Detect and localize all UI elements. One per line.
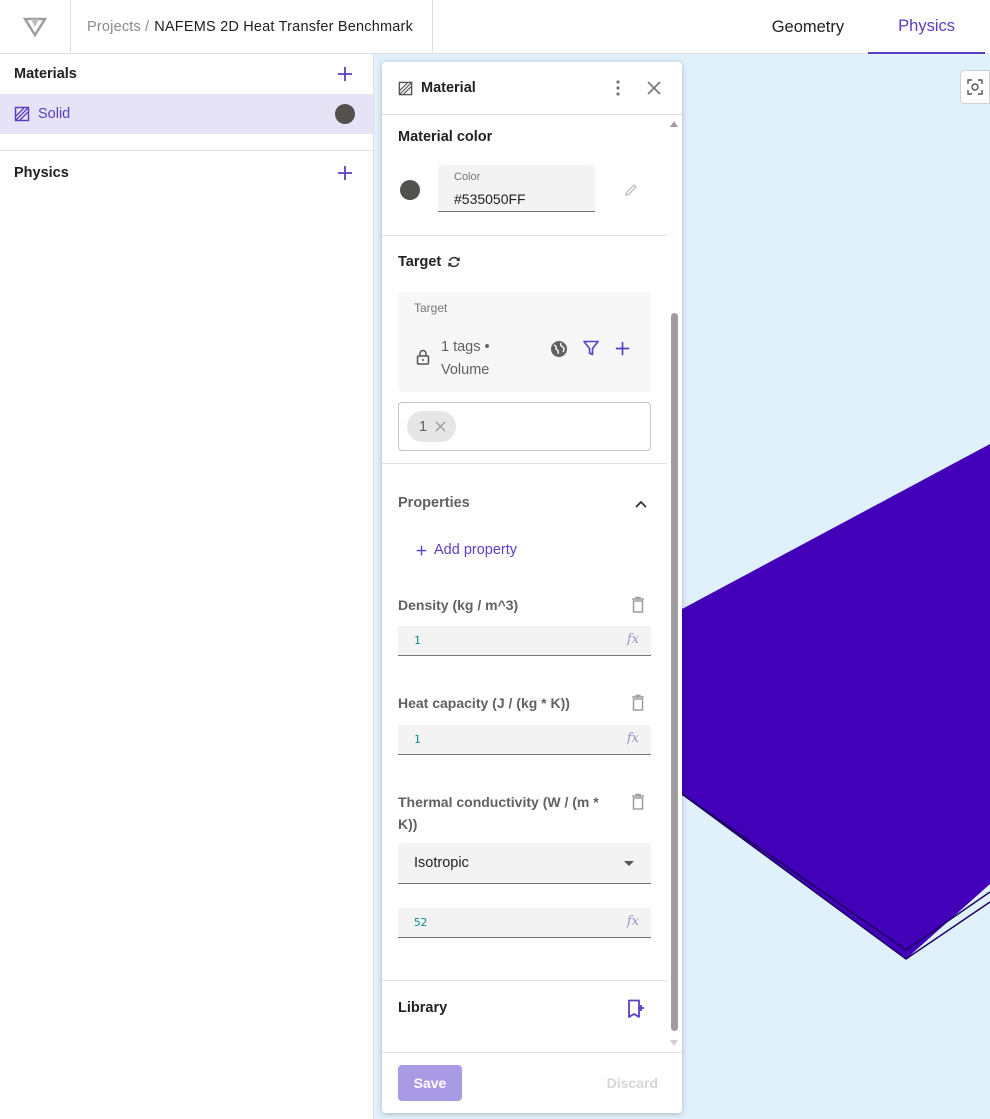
add-material-button[interactable] [335,64,355,84]
density-input[interactable]: 1 fx [398,626,651,656]
scrollbar-thumb[interactable] [671,313,678,1031]
sync-icon[interactable] [447,255,461,269]
save-button[interactable]: Save [398,1065,462,1101]
filter-icon[interactable] [583,340,599,356]
plus-icon [338,67,352,81]
lock-icon[interactable] [416,349,430,365]
sidebar: Materials Solid Physics [0,54,374,1119]
zoom-to-fit-button[interactable] [960,70,990,104]
panel-scrollbar[interactable] [670,115,678,1052]
focus-icon [967,79,983,95]
target-box-label: Target [414,301,448,315]
chevron-up-icon[interactable] [635,500,647,508]
density-value: 1 [414,634,421,647]
material-color-section: Material color Color #535050FF [382,115,667,236]
breadcrumb-project-name: NAFEMS 2D Heat Transfer Benchmark [154,18,414,35]
scroll-down-arrow-icon[interactable] [670,1040,678,1046]
color-swatch[interactable] [400,180,420,200]
conductivity-value: 52 [414,916,428,929]
panel-scroll-area[interactable]: Material color Color #535050FF Target Ta… [382,115,682,1052]
globe-icon[interactable] [550,340,568,358]
properties-section: Properties Add property Density (kg / m^… [382,464,667,981]
physics-title: Physics [14,165,69,181]
caret-down-icon [624,861,634,866]
target-box: Target 1 tags • Volume [398,292,651,392]
color-field-label: Color [454,171,481,183]
material-item-label: Solid [38,106,71,122]
more-options-button[interactable] [606,76,630,100]
material-panel: Material Material color Color #535050FF … [382,62,682,1113]
scroll-up-arrow-icon[interactable] [670,121,678,127]
sidebar-divider [0,150,373,151]
conductivity-type-select[interactable]: Isotropic [398,843,651,884]
material-color-swatch [335,104,355,124]
conductivity-type-value: Isotropic [414,855,469,871]
plus-icon[interactable] [615,341,630,356]
trash-icon[interactable] [631,694,645,711]
trash-icon[interactable] [631,596,645,613]
top-bar: Projects / NAFEMS 2D Heat Transfer Bench… [0,0,990,54]
tab-physics[interactable]: Physics [868,0,985,54]
heat-capacity-label: Heat capacity (J / (kg * K)) [398,695,570,711]
library-section: Library [382,981,667,1051]
hatch-icon [14,106,30,122]
target-chip: 1 [407,411,456,442]
trash-icon[interactable] [631,793,645,810]
materials-title: Materials [14,66,77,82]
pencil-icon [625,184,637,196]
function-icon[interactable]: fx [627,731,639,746]
color-field[interactable]: Color #535050FF [438,165,595,212]
function-icon[interactable]: fx [627,914,639,929]
chip-label: 1 [419,418,428,435]
discard-button[interactable]: Discard [607,1075,658,1091]
material-item-solid[interactable]: Solid [0,94,373,134]
breadcrumb: Projects / NAFEMS 2D Heat Transfer Bench… [71,0,433,53]
color-field-value: #535050FF [454,191,526,207]
add-physics-button[interactable] [335,163,355,183]
heat-capacity-input[interactable]: 1 fx [398,725,651,755]
function-icon[interactable]: fx [627,632,639,647]
edit-color-button[interactable] [619,178,643,202]
tab-geometry[interactable]: Geometry [748,0,868,54]
plus-icon [416,545,427,555]
add-property-label: Add property [434,542,518,558]
more-vertical-icon [616,80,620,96]
physics-header: Physics [0,153,373,193]
target-header: Target [398,254,461,270]
target-summary: 1 tags • Volume [441,339,490,378]
app-logo[interactable] [0,0,71,53]
properties-title: Properties [398,495,470,511]
materials-header: Materials [0,54,373,94]
density-label: Density (kg / m^3) [398,597,519,613]
close-icon[interactable] [435,421,446,432]
heat-capacity-value: 1 [414,733,421,746]
target-section: Target Target 1 tags • Volume 1 [382,236,667,464]
breadcrumb-projects-link[interactable]: Projects [87,19,141,35]
logo-icon [23,17,47,37]
bookmark-add-icon[interactable] [627,999,645,1019]
target-title: Target [398,254,442,270]
breadcrumb-separator: / [144,18,150,35]
close-icon [647,81,661,95]
target-chip-input[interactable]: 1 [398,402,651,451]
thermal-conductivity-label: Thermal conductivity (W / (m * K)) [398,794,599,832]
hatch-icon [398,81,413,95]
panel-header: Material [382,62,682,115]
material-color-title: Material color [398,129,493,145]
plus-icon [338,166,352,180]
close-panel-button[interactable] [642,76,666,100]
library-title: Library [398,1000,448,1016]
main-tabs: Geometry Physics [748,0,985,54]
conductivity-input[interactable]: 52 fx [398,908,651,938]
panel-footer: Save Discard [382,1052,682,1113]
add-property-button[interactable]: Add property [416,542,517,558]
panel-title: Material [421,80,476,96]
